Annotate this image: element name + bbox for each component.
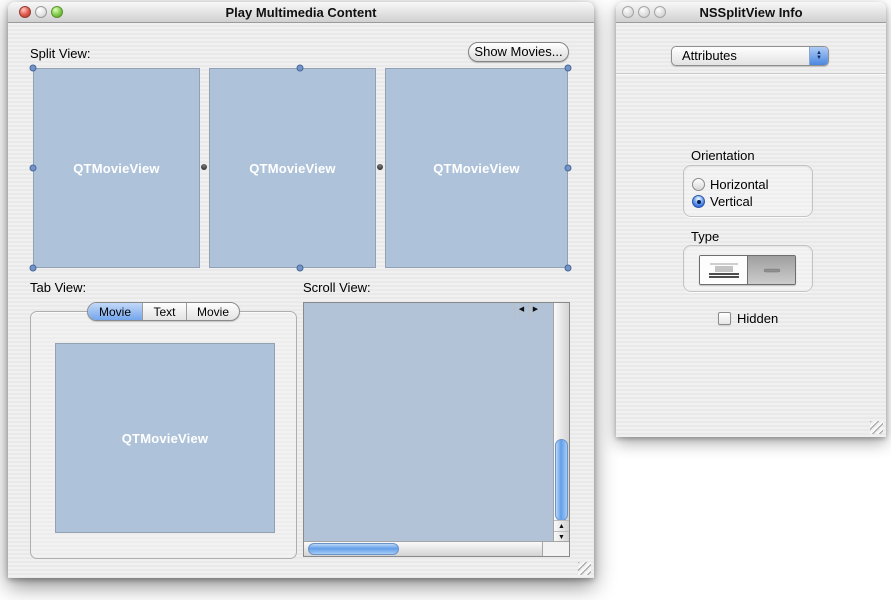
resize-grip[interactable] xyxy=(578,562,591,575)
attributes-popup[interactable]: Attributes ▲ ▼ xyxy=(671,46,829,66)
selection-handle[interactable] xyxy=(30,265,37,272)
scroll-view: ▲ ▼ ◀ ▶ xyxy=(303,302,570,557)
hidden-checkbox-label[interactable]: Hidden xyxy=(737,311,778,326)
scroll-view-label: Scroll View: xyxy=(303,280,371,296)
scroll-view-content[interactable] xyxy=(304,303,553,542)
type-label: Type xyxy=(691,229,719,244)
tab-movie-1-label: Movie xyxy=(99,305,131,319)
type-group-box xyxy=(683,245,813,292)
selection-handle[interactable] xyxy=(30,65,37,72)
tab-movie-2[interactable]: Movie xyxy=(187,303,239,320)
radio-horizontal-label[interactable]: Horizontal xyxy=(710,177,769,192)
hidden-checkbox-row[interactable]: Hidden xyxy=(718,311,778,326)
selection-handle[interactable] xyxy=(565,265,572,272)
tab-view-label: Tab View: xyxy=(30,280,86,296)
divider-dimple-icon xyxy=(377,164,383,170)
qtmovieview-3-label: QTMovieView xyxy=(433,161,519,176)
type-pane-splitter-segment[interactable] xyxy=(700,256,748,284)
vertical-scrollbar-thumb[interactable] xyxy=(555,439,568,521)
tab-text[interactable]: Text xyxy=(143,303,187,320)
qtmovieview-1-label: QTMovieView xyxy=(73,161,159,176)
nssplitview-info-window: NSSplitView Info Attributes ▲ ▼ Orientat… xyxy=(616,2,886,437)
popup-arrows-icon: ▲ ▼ xyxy=(809,47,828,65)
play-multimedia-window: Play Multimedia Content Split View: Show… xyxy=(8,2,594,578)
tab-strip: Movie Text Movie xyxy=(87,302,240,321)
divider-dimple-icon xyxy=(201,164,207,170)
scroll-up-arrow-icon[interactable]: ▲ xyxy=(554,520,569,531)
main-window-title: Play Multimedia Content xyxy=(8,2,594,23)
type-segmented-control xyxy=(699,255,796,285)
radio-row-vertical[interactable]: Vertical xyxy=(692,194,753,208)
resize-grip[interactable] xyxy=(870,421,883,434)
selection-handle[interactable] xyxy=(565,165,572,172)
orientation-label: Orientation xyxy=(691,148,755,163)
qtmovieview-2-label: QTMovieView xyxy=(249,161,335,176)
scroll-right-arrow-icon[interactable]: ▶ xyxy=(528,303,542,317)
separator xyxy=(616,73,886,75)
orientation-group-box: Horizontal Vertical xyxy=(683,165,813,217)
qtmovieview-panel-2[interactable]: QTMovieView xyxy=(209,68,376,268)
radio-horizontal[interactable] xyxy=(692,178,705,191)
qtmovieview-tab-label: QTMovieView xyxy=(122,431,208,446)
tab-movie-2-label: Movie xyxy=(197,305,229,319)
qtmovieview-panel-3[interactable]: QTMovieView xyxy=(385,68,568,268)
pane-splitter-thick-icon xyxy=(706,259,742,281)
split-view-label: Split View: xyxy=(30,46,90,62)
show-movies-button[interactable]: Show Movies... xyxy=(468,42,569,62)
radio-row-horizontal[interactable]: Horizontal xyxy=(692,177,769,191)
tab-text-label: Text xyxy=(153,305,175,319)
tab-movie-1[interactable]: Movie xyxy=(88,303,143,320)
qtmovieview-panel-1[interactable]: QTMovieView xyxy=(33,68,200,268)
split-view: QTMovieView QTMovieView QTMovieView xyxy=(33,68,568,268)
radio-vertical-label[interactable]: Vertical xyxy=(710,194,753,209)
attributes-popup-value: Attributes xyxy=(682,47,737,65)
desktop: Play Multimedia Content Split View: Show… xyxy=(0,0,891,600)
qtmovieview-tab-content[interactable]: QTMovieView xyxy=(55,343,275,533)
main-window-content: Split View: Show Movies... QTMovieView Q… xyxy=(8,23,594,578)
hidden-checkbox[interactable] xyxy=(718,312,731,325)
popup-down-arrow-icon: ▼ xyxy=(816,56,822,61)
split-divider-1[interactable] xyxy=(200,68,209,268)
main-window-titlebar[interactable]: Play Multimedia Content xyxy=(8,2,594,23)
selection-handle[interactable] xyxy=(30,165,37,172)
vertical-scrollbar-arrows: ▲ ▼ xyxy=(554,520,569,542)
inspector-title: NSSplitView Info xyxy=(616,2,886,23)
horizontal-scrollbar-thumb[interactable] xyxy=(308,543,399,555)
scroll-left-arrow-icon[interactable]: ◀ xyxy=(514,303,528,317)
type-thin-divider-segment[interactable] xyxy=(748,256,795,284)
vertical-scrollbar[interactable]: ▲ ▼ xyxy=(553,303,569,542)
horizontal-scrollbar[interactable] xyxy=(304,541,553,556)
thin-divider-icon xyxy=(754,259,790,281)
selection-handle[interactable] xyxy=(565,65,572,72)
split-divider-2[interactable] xyxy=(376,68,385,268)
inspector-content: Attributes ▲ ▼ Orientation Horizontal Ve… xyxy=(616,23,886,437)
selection-handle[interactable] xyxy=(297,265,304,272)
radio-vertical[interactable] xyxy=(692,195,705,208)
scrollbar-corner xyxy=(542,541,569,556)
selection-handle[interactable] xyxy=(297,65,304,72)
inspector-titlebar[interactable]: NSSplitView Info xyxy=(616,2,886,23)
horizontal-scrollbar-arrows: ◀ ▶ xyxy=(514,303,542,317)
